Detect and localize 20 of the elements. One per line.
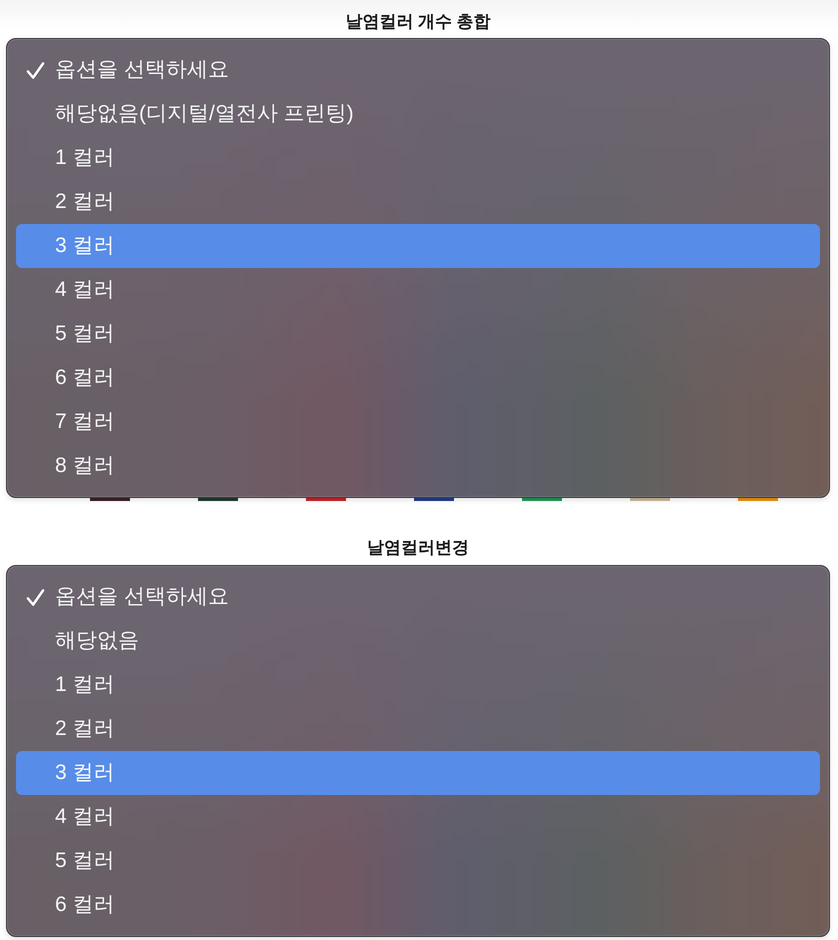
menu-option[interactable]: 6 컬러 xyxy=(16,883,820,927)
menu-option[interactable]: 해당없음(디지털/열전사 프린팅) xyxy=(16,92,820,136)
menu-option[interactable]: 5 컬러 xyxy=(16,312,820,356)
menu-option[interactable]: 7 컬러 xyxy=(16,400,820,444)
menu-option[interactable]: 2 컬러 xyxy=(16,707,820,751)
dropdown-label: 날염컬러변경 xyxy=(367,537,469,559)
menu-option[interactable]: 8 컬러 xyxy=(16,444,820,488)
menu-option[interactable]: 3 컬러 xyxy=(16,751,820,795)
menu-option[interactable]: 4 컬러 xyxy=(16,795,820,839)
menu-option[interactable]: 1 컬러 xyxy=(16,136,820,180)
menu-option[interactable]: 옵션을 선택하세요 xyxy=(16,48,820,92)
menu-option[interactable]: 5 컬러 xyxy=(16,839,820,883)
menu-option[interactable]: 3 컬러 xyxy=(16,224,820,268)
menu-option[interactable]: 해당없음 xyxy=(16,619,820,663)
menu-option[interactable]: 2 컬러 xyxy=(16,180,820,224)
menu-option[interactable]: 1 컬러 xyxy=(16,663,820,707)
menu-option[interactable]: 4 컬러 xyxy=(16,268,820,312)
dropdown-label: 날염컬러 개수 총합 xyxy=(345,11,491,33)
menu-option[interactable]: 6 컬러 xyxy=(16,356,820,400)
menu-option[interactable]: 옵션을 선택하세요 xyxy=(16,575,820,619)
